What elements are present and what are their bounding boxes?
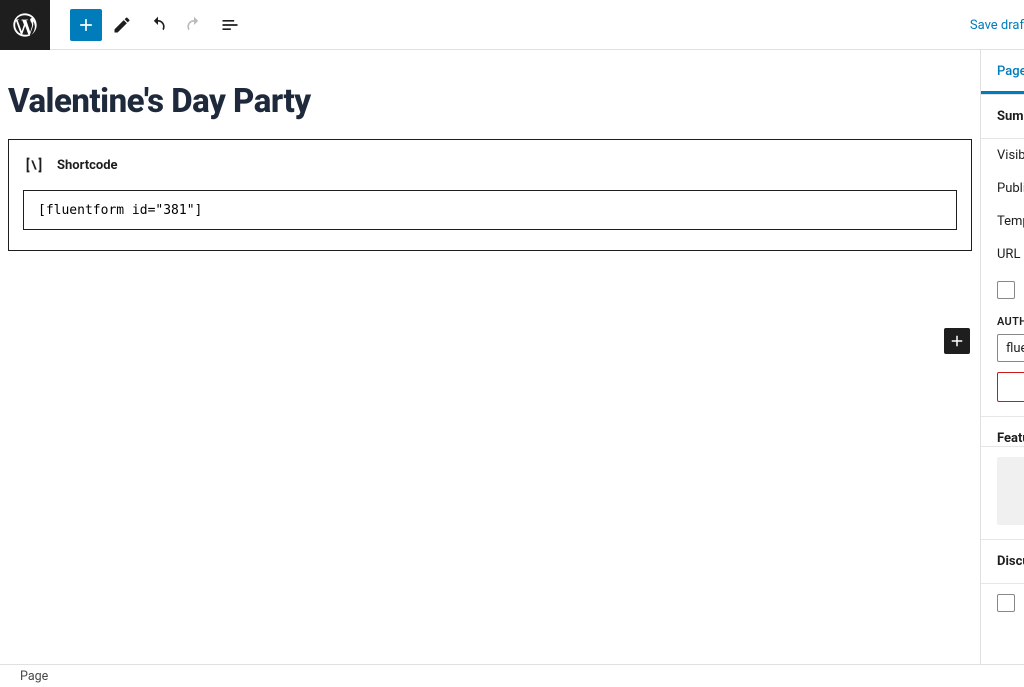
sidebar-discussion-heading[interactable]: Discu [981, 540, 1024, 584]
plus-icon [76, 15, 96, 35]
settings-sidebar: Page Summ Visibi Publis Temp URL AUTHO f… [980, 50, 1024, 664]
checkbox-icon[interactable] [997, 594, 1015, 612]
shortcode-icon [23, 154, 45, 176]
sidebar-summary-heading[interactable]: Summ [981, 95, 1024, 139]
sidebar-row-publish[interactable]: Publis [997, 172, 1024, 205]
sidebar-pending-review-row[interactable] [981, 271, 1024, 309]
document-overview-button[interactable] [214, 10, 246, 40]
add-block-inline-button[interactable] [944, 328, 970, 354]
sidebar-featured-heading[interactable]: Featu [981, 417, 1024, 447]
shortcode-block[interactable]: Shortcode [8, 139, 972, 251]
shortcode-textarea[interactable] [23, 190, 957, 230]
wordpress-logo-button[interactable] [0, 0, 50, 50]
top-toolbar: Save draf [0, 0, 1024, 50]
sidebar-author-select[interactable]: fluen [997, 334, 1024, 362]
main-area: Valentine's Day Party Shortcode Page Sum… [0, 50, 1024, 664]
page-title-input[interactable]: Valentine's Day Party [8, 70, 972, 139]
sidebar-discussion-checkbox-row[interactable] [981, 584, 1024, 622]
editor-column: Valentine's Day Party Shortcode [0, 50, 980, 664]
sidebar-row-visibility[interactable]: Visibi [997, 139, 1024, 172]
redo-icon [184, 15, 204, 35]
shortcode-block-label: Shortcode [57, 158, 118, 173]
sidebar-trash-button[interactable] [997, 372, 1024, 402]
tab-page[interactable]: Page [981, 50, 1024, 94]
wordpress-icon [11, 11, 39, 39]
sidebar-row-template[interactable]: Temp [997, 205, 1024, 238]
redo-button[interactable] [178, 10, 210, 40]
edit-mode-button[interactable] [106, 10, 138, 40]
undo-icon [148, 15, 168, 35]
sidebar-author-label: AUTHO [981, 309, 1024, 332]
featured-image-placeholder[interactable] [997, 457, 1024, 525]
save-draft-button[interactable]: Save draf [970, 0, 1024, 50]
add-block-toolbar-button[interactable] [70, 9, 102, 41]
toolbar-left-group [50, 9, 246, 41]
editor-breadcrumb: Page [0, 664, 1024, 687]
pencil-icon [112, 15, 132, 35]
list-icon [220, 15, 240, 35]
checkbox-icon[interactable] [997, 281, 1015, 299]
sidebar-row-url[interactable]: URL [997, 238, 1024, 271]
breadcrumb-item[interactable]: Page [20, 669, 48, 684]
plus-icon [948, 332, 966, 350]
editor-wrap: Valentine's Day Party Shortcode [0, 50, 980, 251]
sidebar-tabs: Page [981, 50, 1024, 95]
undo-button[interactable] [142, 10, 174, 40]
shortcode-block-header: Shortcode [23, 154, 957, 176]
